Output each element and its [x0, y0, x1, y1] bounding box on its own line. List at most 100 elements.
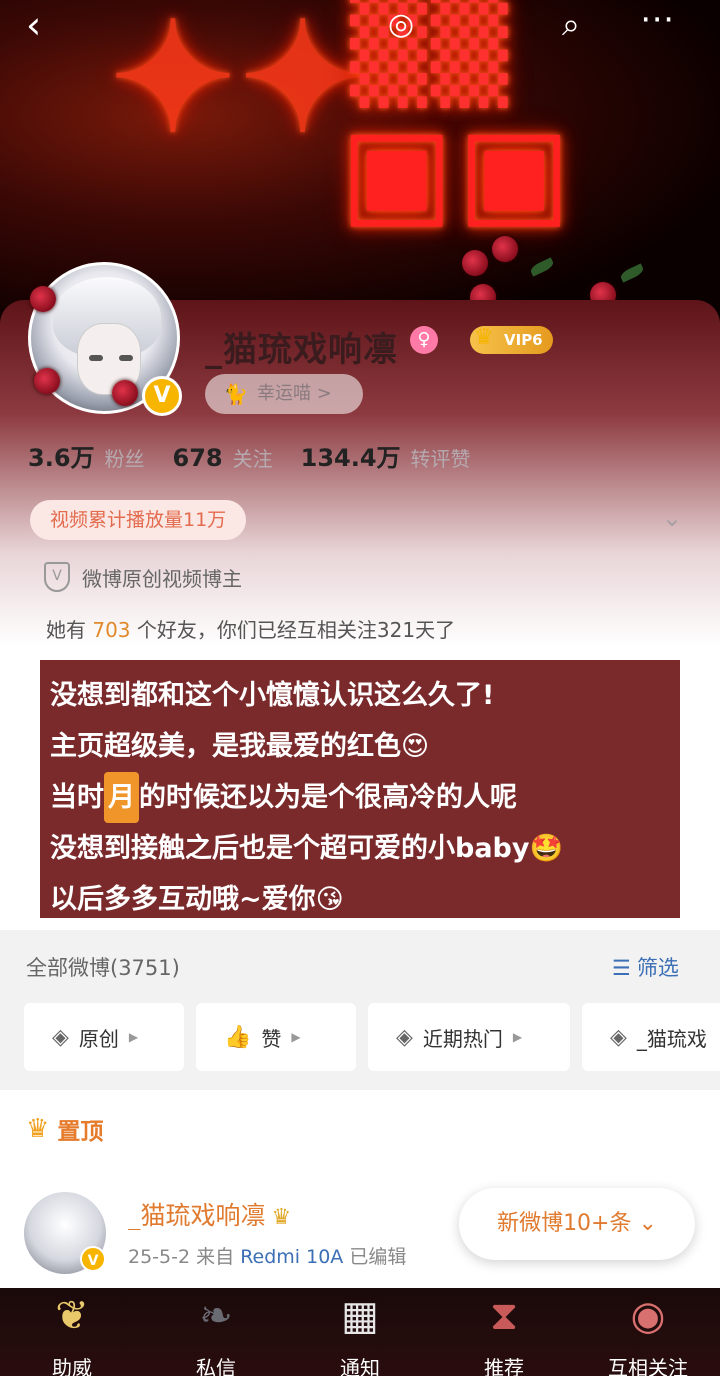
- tab-recommend[interactable]: ⧗ 推荐: [432, 1288, 576, 1376]
- rose-decoration: [30, 286, 56, 312]
- banner-neon-art: ▣▣: [340, 100, 575, 241]
- weibo-filter-chips: ◈ 原创 ▶ 👍 赞 ▶ ◈ 近期热门 ▶ ◈ _猫琉戏: [24, 1003, 720, 1071]
- post-edited: 已编辑: [349, 1246, 407, 1268]
- banner-neon-art: ▒▒: [350, 0, 512, 108]
- chip-recent-hot[interactable]: ◈ 近期热门 ▶: [368, 1003, 570, 1071]
- crown-icon: ♛: [271, 1205, 292, 1230]
- filter-label: 筛选: [636, 956, 679, 980]
- chip-label: 原创: [78, 1026, 119, 1051]
- avatar-eye: [89, 355, 103, 361]
- new-posts-button[interactable]: 新微博10+条 ⌄: [459, 1188, 695, 1260]
- stat-value: 134.4万: [300, 444, 401, 472]
- bio-text: 的时候还以为是个很高冷的人呢: [139, 782, 517, 813]
- layers-icon: ◈: [396, 1024, 413, 1050]
- post-date: 25-5-2: [128, 1246, 191, 1268]
- thumbs-up-icon: 👍: [224, 1024, 252, 1050]
- bottom-tab-bar: ❦ 助威 ❧ 私信 ▦ 通知 ⧗ 推荐 ◉ 互相关注: [0, 1288, 720, 1376]
- profile-username: _猫琉戏响凛: [205, 330, 398, 370]
- caret-right-icon: ▶: [291, 1030, 301, 1044]
- lucky-label: 幸运喵 >: [257, 383, 332, 404]
- tab-mutual-follow[interactable]: ◉ 互相关注: [576, 1288, 720, 1376]
- tab-messages[interactable]: ❧ 私信: [144, 1288, 288, 1376]
- chip-likes[interactable]: 👍 赞 ▶: [196, 1003, 356, 1071]
- chessboard-icon: ▦: [341, 1293, 379, 1339]
- caret-right-icon: ▶: [512, 1030, 523, 1044]
- pinned-label: ♛ 置顶: [26, 1112, 103, 1146]
- new-posts-label: 新微博10+条: [497, 1211, 632, 1236]
- verified-creator-row[interactable]: V 微博原创视频博主: [44, 562, 242, 592]
- friends-count[interactable]: 703: [92, 618, 130, 642]
- hourglass-icon: ⧗: [489, 1293, 519, 1339]
- banner-neon-art: ✦✦: [110, 0, 370, 166]
- tab-cheer[interactable]: ❦ 助威: [0, 1288, 144, 1376]
- rose-decoration: [112, 380, 138, 406]
- more-icon[interactable]: ⋯: [640, 2, 674, 36]
- crown-icon: ♛: [26, 1114, 50, 1144]
- raven-icon: ❧: [199, 1293, 233, 1339]
- tab-label: 通知: [340, 1356, 380, 1376]
- vip-label: VIP6: [504, 331, 543, 349]
- pinned-text: 置顶: [57, 1119, 104, 1145]
- tab-notifications[interactable]: ▦ 通知: [288, 1288, 432, 1376]
- stat-interactions[interactable]: 134.4万 转评赞: [301, 438, 471, 473]
- bio-message-card: 没想到都和这个小憶憶认识这么久了! 主页超级美，是我最爱的红色😍 当时月的时候还…: [40, 660, 680, 918]
- filter-icon: ☰: [612, 956, 631, 980]
- cat-icon: 🐈: [223, 382, 248, 406]
- chip-label: 近期热门: [422, 1026, 503, 1051]
- layers-icon: ◈: [610, 1024, 627, 1050]
- back-arrow-icon[interactable]: ‹: [26, 6, 41, 44]
- rose-decoration: [34, 368, 60, 394]
- double-chevron-down-icon: ⌄: [638, 1211, 657, 1236]
- rose-decoration: [462, 250, 488, 276]
- bio-line: 以后多多互动哦~爱你😘: [50, 884, 344, 915]
- stat-value: 678: [172, 444, 223, 472]
- layers-icon: ◈: [52, 1024, 69, 1050]
- chip-label: _猫琉戏: [636, 1026, 707, 1051]
- post-source-prefix: 来自: [196, 1246, 235, 1268]
- filter-button[interactable]: ☰ 筛选: [612, 952, 679, 982]
- chevron-down-icon[interactable]: ⌄: [662, 504, 682, 532]
- post-device[interactable]: Redmi 10A: [240, 1246, 343, 1268]
- mutual-friends-text: 她有 703 个好友，你们已经互相关注321天了: [46, 614, 455, 643]
- shield-icon: V: [44, 562, 70, 592]
- verified-label: 微博原创视频博主: [82, 566, 242, 591]
- stat-label: 粉丝: [104, 447, 145, 471]
- bio-month-highlight: 月: [104, 772, 139, 823]
- bio-line: 没想到接触之后也是个超可爱的小baby🤩: [50, 833, 564, 864]
- bio-line: 没想到都和这个小憶憶认识这么久了!: [50, 680, 495, 711]
- mirror-icon: ◉: [630, 1293, 666, 1339]
- crown-icon: ♛: [474, 325, 494, 350]
- search-icon[interactable]: ⌕: [562, 8, 580, 40]
- stat-following[interactable]: 678 关注: [173, 443, 273, 472]
- female-icon: ♀: [410, 326, 438, 354]
- bio-line: 主页超级美，是我最爱的红色😍: [50, 731, 430, 762]
- friends-suffix: 个好友，你们已经互相关注321天了: [136, 618, 456, 642]
- stat-label: 关注: [232, 447, 273, 471]
- tab-label: 私信: [196, 1356, 236, 1376]
- rose-decoration: [492, 236, 518, 262]
- bio-text: 当时: [50, 782, 104, 813]
- stat-label: 转评赞: [410, 447, 471, 471]
- post-meta: 25-5-2 来自 Redmi 10A 已编辑: [128, 1242, 406, 1269]
- post-author-name[interactable]: _猫琉戏响凛 ♛: [128, 1196, 291, 1232]
- tab-label: 互相关注: [608, 1356, 688, 1376]
- vip-badge[interactable]: ♛ VIP6: [470, 325, 553, 354]
- caret-right-icon: ▶: [128, 1030, 139, 1044]
- chip-label: 赞: [261, 1026, 282, 1051]
- lucky-cat-button[interactable]: 🐈 幸运喵 >: [205, 374, 363, 414]
- tab-label: 助威: [52, 1356, 92, 1376]
- tab-label: 推荐: [484, 1356, 524, 1376]
- mascot-icon[interactable]: ◎: [388, 10, 414, 40]
- chip-user-collection[interactable]: ◈ _猫琉戏: [582, 1003, 720, 1071]
- author-name-text: _猫琉戏响凛: [128, 1201, 266, 1230]
- verified-badge-icon: V: [142, 376, 182, 416]
- video-play-count-badge[interactable]: 视频累计播放量11万: [30, 500, 247, 540]
- leaf-decoration: [619, 263, 645, 283]
- avatar-eye: [119, 355, 133, 361]
- verified-badge-icon: V: [80, 1246, 106, 1272]
- butterfly-frame-icon: ❦: [55, 1293, 89, 1339]
- bio-line: 当时月的时候还以为是个很高冷的人呢: [50, 772, 672, 823]
- chip-original[interactable]: ◈ 原创 ▶: [24, 1003, 184, 1071]
- stat-followers[interactable]: 3.6万 粉丝: [28, 438, 145, 473]
- leaf-decoration: [529, 257, 555, 277]
